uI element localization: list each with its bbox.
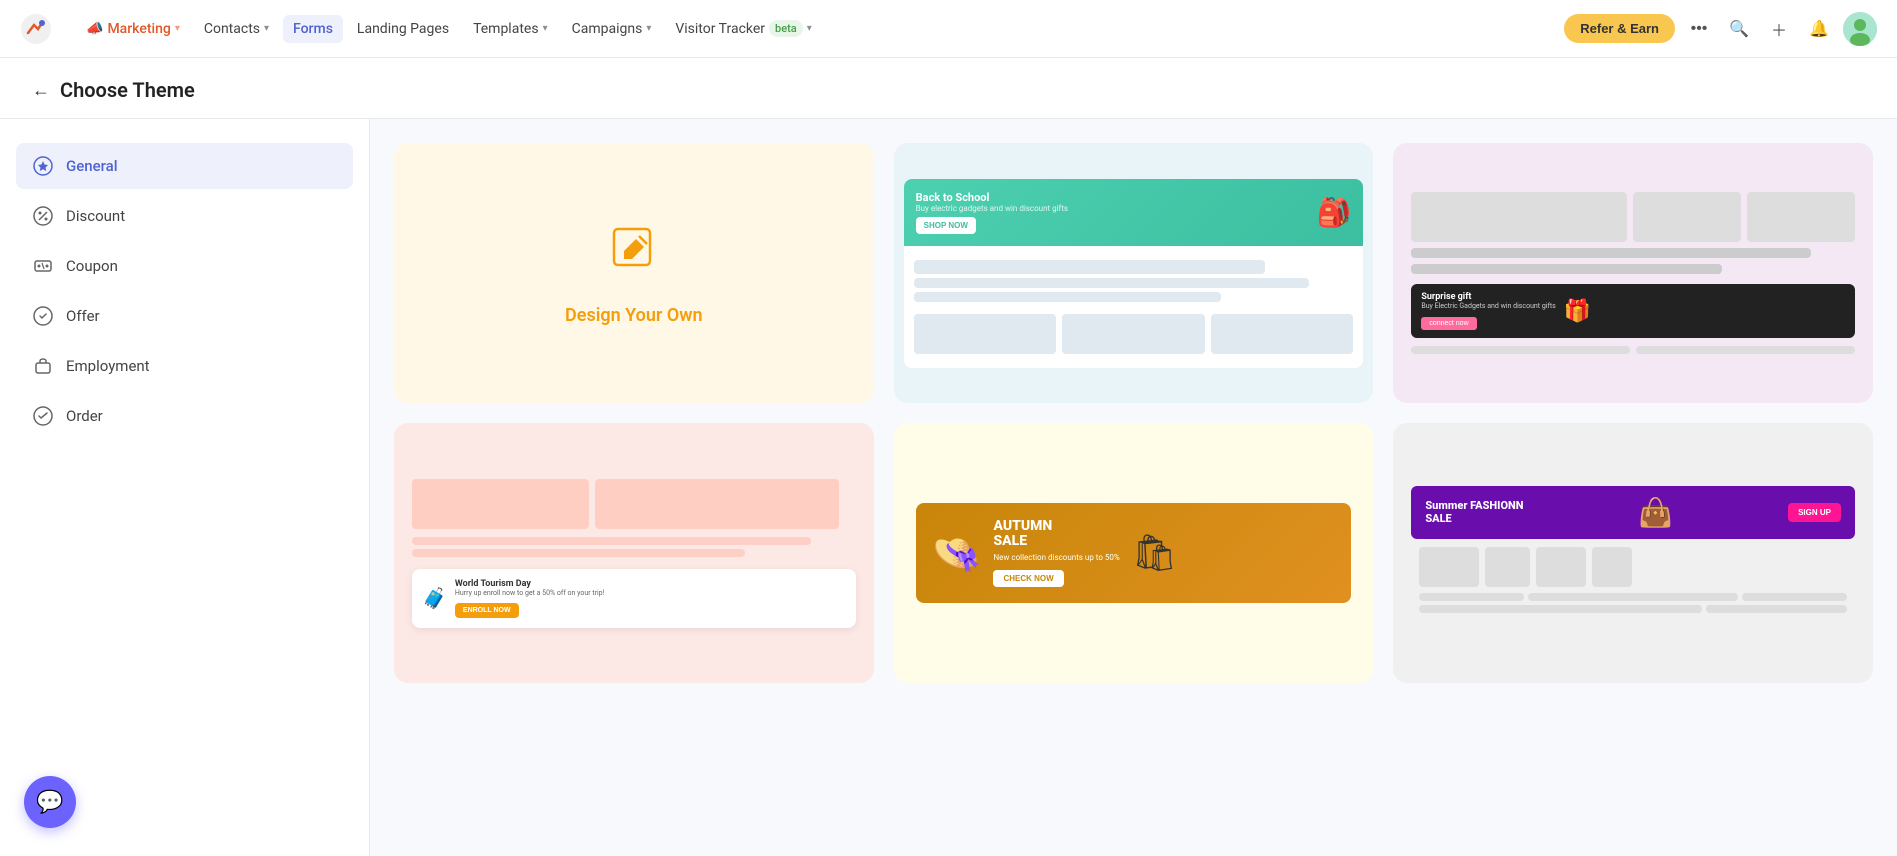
search-button[interactable]: 🔍 bbox=[1723, 13, 1755, 45]
backpack-icon: 🎒 bbox=[1316, 196, 1351, 229]
chevron-down-icon: ▾ bbox=[543, 23, 548, 34]
bts-title: Back to School bbox=[916, 191, 1068, 204]
discount-icon bbox=[32, 205, 54, 227]
app-logo[interactable] bbox=[20, 13, 52, 45]
fashion-signup-button[interactable]: SIGN UP bbox=[1788, 503, 1841, 522]
nav-marketing[interactable]: 📣 Marketing ▾ bbox=[76, 15, 190, 43]
nav-items: 📣 Marketing ▾ Contacts ▾ Forms Landing P… bbox=[76, 14, 1564, 43]
templates-area: Design Your Own Back to School Buy elect… bbox=[370, 119, 1897, 856]
model-icon: 👒 bbox=[932, 530, 982, 577]
tourism-card: 🧳 World Tourism Day Hurry up enroll now … bbox=[412, 569, 856, 628]
fashion-banner: Summer FASHIONNSALE 👜 SIGN UP bbox=[1411, 486, 1855, 539]
notifications-button[interactable]: 🔔 bbox=[1803, 13, 1835, 45]
megaphone-icon: 📣 bbox=[86, 21, 103, 37]
bts-subtitle: Buy electric gadgets and win discount gi… bbox=[916, 204, 1068, 213]
more-button[interactable]: ••• bbox=[1683, 13, 1715, 45]
autumn-cta-button[interactable]: CHECK NOW bbox=[993, 570, 1063, 587]
template-card-autumn-sale[interactable]: 👒 AUTUMNSALE New collection discounts up… bbox=[894, 423, 1374, 683]
fashion-preview: Summer FASHIONNSALE 👜 SIGN UP bbox=[1403, 478, 1863, 629]
nav-templates[interactable]: Templates ▾ bbox=[463, 15, 558, 43]
tourism-enroll-button[interactable]: ENROLL NOW bbox=[455, 603, 519, 618]
chat-bubble-button[interactable]: 💬 bbox=[24, 776, 76, 828]
coupon-icon bbox=[32, 255, 54, 277]
bts-shop-button[interactable]: SHOP NOW bbox=[916, 217, 976, 234]
design-own-label: Design Your Own bbox=[565, 305, 703, 326]
refer-earn-button[interactable]: Refer & Earn bbox=[1564, 14, 1675, 43]
page-header: ← Choose Theme bbox=[0, 58, 1897, 119]
nav-visitor-tracker[interactable]: Visitor Tracker beta ▾ bbox=[665, 14, 821, 43]
sidebar-label-employment: Employment bbox=[66, 357, 150, 375]
sidebar-label-offer: Offer bbox=[66, 307, 100, 325]
sidebar-item-order[interactable]: Order bbox=[16, 393, 353, 439]
autumn-title: AUTUMNSALE bbox=[993, 519, 1119, 550]
page-title: Choose Theme bbox=[60, 78, 195, 102]
chevron-down-icon: ▾ bbox=[175, 23, 180, 34]
search-icon: 🔍 bbox=[1729, 19, 1749, 39]
tourism-subtitle: Hurry up enroll now to get a 50% off on … bbox=[455, 589, 605, 597]
order-icon bbox=[32, 405, 54, 427]
tourism-preview: 🧳 World Tourism Day Hurry up enroll now … bbox=[404, 471, 864, 636]
sidebar-item-discount[interactable]: Discount bbox=[16, 193, 353, 239]
suitcase-icon: 🧳 bbox=[422, 586, 447, 610]
surprise-subtitle: Buy Electric Gadgets and win discount gi… bbox=[1421, 302, 1555, 310]
autumn-subtitle: New collection discounts up to 50% bbox=[993, 553, 1119, 562]
handbag-icon: 👜 bbox=[1638, 496, 1673, 529]
chevron-down-icon: ▾ bbox=[646, 23, 651, 34]
plus-icon: ＋ bbox=[1771, 17, 1787, 41]
sidebar: General Discount bbox=[0, 119, 370, 856]
sidebar-label-order: Order bbox=[66, 407, 103, 425]
edit-icon bbox=[606, 221, 662, 289]
surprise-title: Surprise gift bbox=[1421, 292, 1555, 302]
autumn-preview: 👒 AUTUMNSALE New collection discounts up… bbox=[904, 491, 1364, 616]
nav-forms[interactable]: Forms bbox=[283, 15, 343, 43]
shopping-bags-icon: 🛍 bbox=[1132, 532, 1178, 574]
sidebar-item-general[interactable]: General bbox=[16, 143, 353, 189]
user-avatar[interactable] bbox=[1843, 12, 1877, 46]
surprise-shop-button[interactable]: connect now bbox=[1421, 317, 1476, 330]
sidebar-label-discount: Discount bbox=[66, 207, 125, 225]
back-icon: ← bbox=[32, 80, 50, 101]
nav-landing-pages[interactable]: Landing Pages bbox=[347, 15, 459, 43]
templates-grid: Design Your Own Back to School Buy elect… bbox=[394, 143, 1873, 683]
gift-icon: 🎁 bbox=[1564, 299, 1591, 324]
nav-campaigns[interactable]: Campaigns ▾ bbox=[562, 15, 662, 43]
chevron-down-icon: ▾ bbox=[264, 23, 269, 34]
sidebar-item-employment[interactable]: Employment bbox=[16, 343, 353, 389]
chevron-down-icon: ▾ bbox=[807, 23, 812, 34]
sidebar-item-offer[interactable]: Offer bbox=[16, 293, 353, 339]
navbar: 📣 Marketing ▾ Contacts ▾ Forms Landing P… bbox=[0, 0, 1897, 58]
tourism-title: World Tourism Day bbox=[455, 579, 605, 589]
autumn-banner: 👒 AUTUMNSALE New collection discounts up… bbox=[916, 503, 1352, 604]
surprise-banner: Surprise gift Buy Electric Gadgets and w… bbox=[1411, 284, 1855, 338]
add-button[interactable]: ＋ bbox=[1763, 13, 1795, 45]
template-card-design-own[interactable]: Design Your Own bbox=[394, 143, 874, 403]
nav-contacts[interactable]: Contacts ▾ bbox=[194, 15, 279, 43]
bell-icon: 🔔 bbox=[1809, 19, 1829, 39]
nav-right: Refer & Earn ••• 🔍 ＋ 🔔 bbox=[1564, 12, 1877, 46]
template-card-tourism[interactable]: 🧳 World Tourism Day Hurry up enroll now … bbox=[394, 423, 874, 683]
template-card-back-to-school[interactable]: Back to School Buy electric gadgets and … bbox=[894, 143, 1374, 403]
fashion-title: Summer FASHIONNSALE bbox=[1425, 499, 1523, 525]
back-button[interactable]: ← bbox=[32, 80, 50, 101]
beta-badge: beta bbox=[769, 20, 803, 37]
sidebar-label-coupon: Coupon bbox=[66, 257, 118, 275]
sidebar-label-general: General bbox=[66, 157, 118, 175]
template-card-surprise-gift[interactable]: Surprise gift Buy Electric Gadgets and w… bbox=[1393, 143, 1873, 403]
employment-icon bbox=[32, 355, 54, 377]
chat-icon: 💬 bbox=[36, 790, 63, 815]
star-icon bbox=[32, 155, 54, 177]
main-content: General Discount bbox=[0, 119, 1897, 856]
template-card-fashion-sale[interactable]: Summer FASHIONNSALE 👜 SIGN UP bbox=[1393, 423, 1873, 683]
sidebar-item-coupon[interactable]: Coupon bbox=[16, 243, 353, 289]
offer-icon bbox=[32, 305, 54, 327]
surprise-preview: Surprise gift Buy Electric Gadgets and w… bbox=[1403, 184, 1863, 362]
more-icon: ••• bbox=[1691, 20, 1708, 38]
bts-preview: Back to School Buy electric gadgets and … bbox=[904, 179, 1364, 368]
